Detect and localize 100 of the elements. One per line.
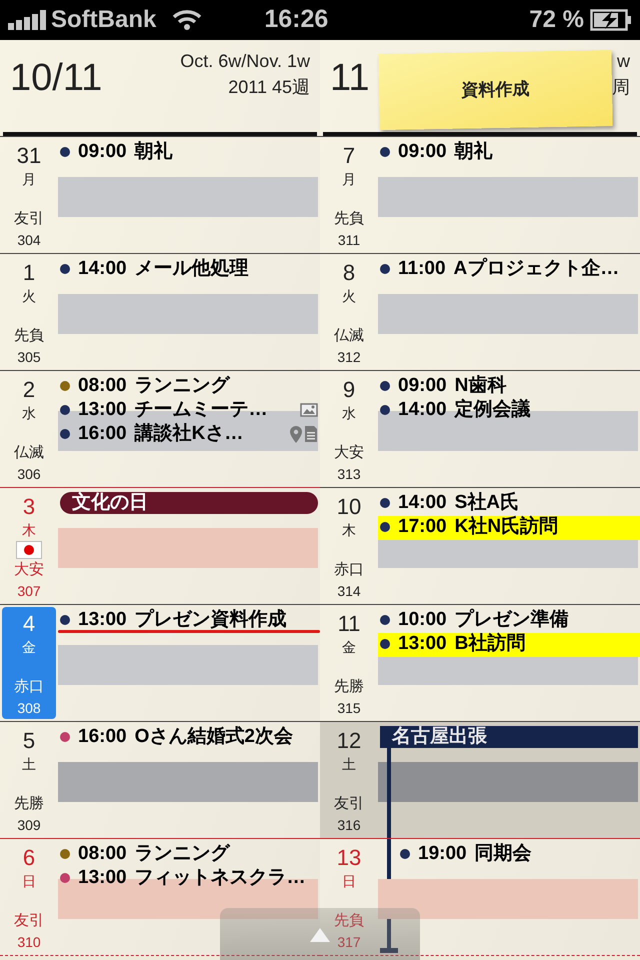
event-title[interactable]: S社A氏: [454, 493, 520, 513]
event-time[interactable]: 13:00: [78, 868, 127, 888]
day-number[interactable]: 7: [342, 143, 356, 169]
rokuyo-label: 友引: [334, 794, 364, 814]
weekday: 水: [22, 404, 36, 423]
weekday: 月: [342, 170, 356, 189]
day-number[interactable]: 8: [342, 260, 356, 286]
selected-day-cell[interactable]: 4 金 赤口 308: [2, 607, 56, 719]
week-number-label: 2011 45週: [228, 76, 310, 99]
battery-percent: 72 %: [529, 5, 584, 35]
event-time[interactable]: 16:00: [78, 424, 127, 444]
day-of-year: 309: [17, 816, 41, 835]
event-title[interactable]: 講談社Kさ…: [134, 424, 244, 444]
rokuyo-label: 仏滅: [334, 326, 364, 346]
day-number[interactable]: 12: [336, 728, 362, 754]
day-number[interactable]: 2: [22, 377, 36, 403]
rokuyo-label: 先負: [14, 326, 44, 346]
event-title[interactable]: N歯科: [454, 376, 506, 396]
weekday: 土: [342, 755, 356, 774]
event-time[interactable]: 14:00: [78, 259, 127, 279]
event-title[interactable]: Aプロジェクト企…: [454, 259, 620, 279]
bottom-drawer-handle[interactable]: [220, 908, 420, 960]
trip-banner[interactable]: 名古屋出張: [380, 726, 638, 748]
weekday: 木: [342, 521, 356, 540]
event-title[interactable]: ランニング: [134, 844, 230, 864]
day-number[interactable]: 4: [22, 611, 36, 637]
event-time[interactable]: 13:00: [398, 634, 447, 654]
week-number-label: 周: [612, 76, 630, 99]
event-title[interactable]: プレゼン準備: [454, 610, 569, 630]
day-number[interactable]: 31: [16, 143, 42, 169]
event-title[interactable]: 定例会議: [454, 400, 531, 420]
event-title[interactable]: プレゼン資料作成: [134, 610, 287, 630]
event-title[interactable]: 同期会: [474, 844, 532, 864]
week-range-label: w: [617, 50, 630, 73]
event-time[interactable]: 19:00: [418, 844, 467, 864]
event-time[interactable]: 14:00: [398, 400, 447, 420]
rokuyo-label: 友引: [14, 911, 44, 931]
event-title[interactable]: 朝礼: [134, 142, 173, 162]
day-of-year: 316: [337, 816, 361, 835]
header-date: 10/11: [10, 56, 102, 100]
event-title[interactable]: B社訪問: [454, 634, 526, 654]
carrier-name: SoftBank: [51, 5, 156, 35]
event-time[interactable]: 14:00: [398, 493, 447, 513]
event-time[interactable]: 09:00: [78, 142, 127, 162]
day-of-year: 312: [337, 348, 361, 367]
day-of-year: 305: [17, 348, 41, 367]
day-number[interactable]: 11: [338, 611, 360, 637]
weekday: 木: [22, 521, 36, 540]
weekday: 金: [342, 638, 356, 657]
event-title[interactable]: チームミーテ…: [134, 400, 268, 420]
weekday: 土: [22, 755, 36, 774]
day-number[interactable]: 5: [22, 728, 36, 754]
day-number[interactable]: 13: [336, 845, 362, 871]
rokuyo-label: 大安: [334, 443, 364, 463]
rokuyo-label: 赤口: [334, 560, 364, 580]
day-of-year: 311: [338, 231, 360, 250]
day-of-year: 308: [17, 699, 41, 718]
charging-battery-icon: [590, 9, 632, 31]
event-time[interactable]: 13:00: [78, 610, 127, 630]
day-of-year: 306: [17, 465, 41, 484]
event-time[interactable]: 11:00: [398, 259, 446, 279]
day-number[interactable]: 1: [22, 260, 36, 286]
day-of-year: 314: [337, 582, 361, 601]
rokuyo-label: 赤口: [14, 677, 44, 697]
day-of-year: 313: [337, 465, 361, 484]
rokuyo-label: 先負: [334, 209, 364, 229]
header-date: 11: [330, 56, 370, 100]
day-of-year: 315: [337, 699, 361, 718]
rokuyo-label: 先勝: [14, 794, 44, 814]
event-time[interactable]: 09:00: [398, 142, 447, 162]
up-triangle-icon: [310, 928, 330, 942]
event-time[interactable]: 09:00: [398, 376, 447, 396]
day-number[interactable]: 6: [22, 845, 36, 871]
weekday: 火: [22, 287, 36, 306]
day-number[interactable]: 3: [22, 494, 36, 520]
wifi-icon: [172, 9, 202, 31]
weekday: 火: [342, 287, 356, 306]
weekday: 日: [342, 872, 356, 891]
event-time[interactable]: 13:00: [78, 400, 127, 420]
holiday-banner[interactable]: 文化の日: [60, 492, 318, 514]
day-number[interactable]: 10: [336, 494, 362, 520]
day-of-year: 310: [17, 933, 41, 952]
event-title[interactable]: 朝礼: [454, 142, 493, 162]
event-time[interactable]: 16:00: [78, 727, 127, 747]
weekday: 日: [22, 872, 36, 891]
weekday: 金: [22, 638, 36, 657]
weekday: 月: [22, 170, 36, 189]
day-number[interactable]: 9: [342, 377, 356, 403]
event-title[interactable]: ランニング: [134, 376, 230, 396]
sticky-note[interactable]: 資料作成: [378, 50, 613, 130]
event-title[interactable]: フィットネスクラ…: [134, 868, 306, 888]
event-time[interactable]: 08:00: [78, 376, 127, 396]
event-title[interactable]: K社N氏訪問: [454, 517, 558, 537]
event-title[interactable]: メール他処理: [134, 259, 249, 279]
event-title[interactable]: Oさん結婚式2次会: [134, 727, 293, 747]
event-time[interactable]: 17:00: [398, 517, 447, 537]
clock-time: 16:26: [264, 4, 328, 36]
signal-icon: [8, 10, 46, 30]
event-time[interactable]: 10:00: [398, 610, 447, 630]
event-time[interactable]: 08:00: [78, 844, 127, 864]
